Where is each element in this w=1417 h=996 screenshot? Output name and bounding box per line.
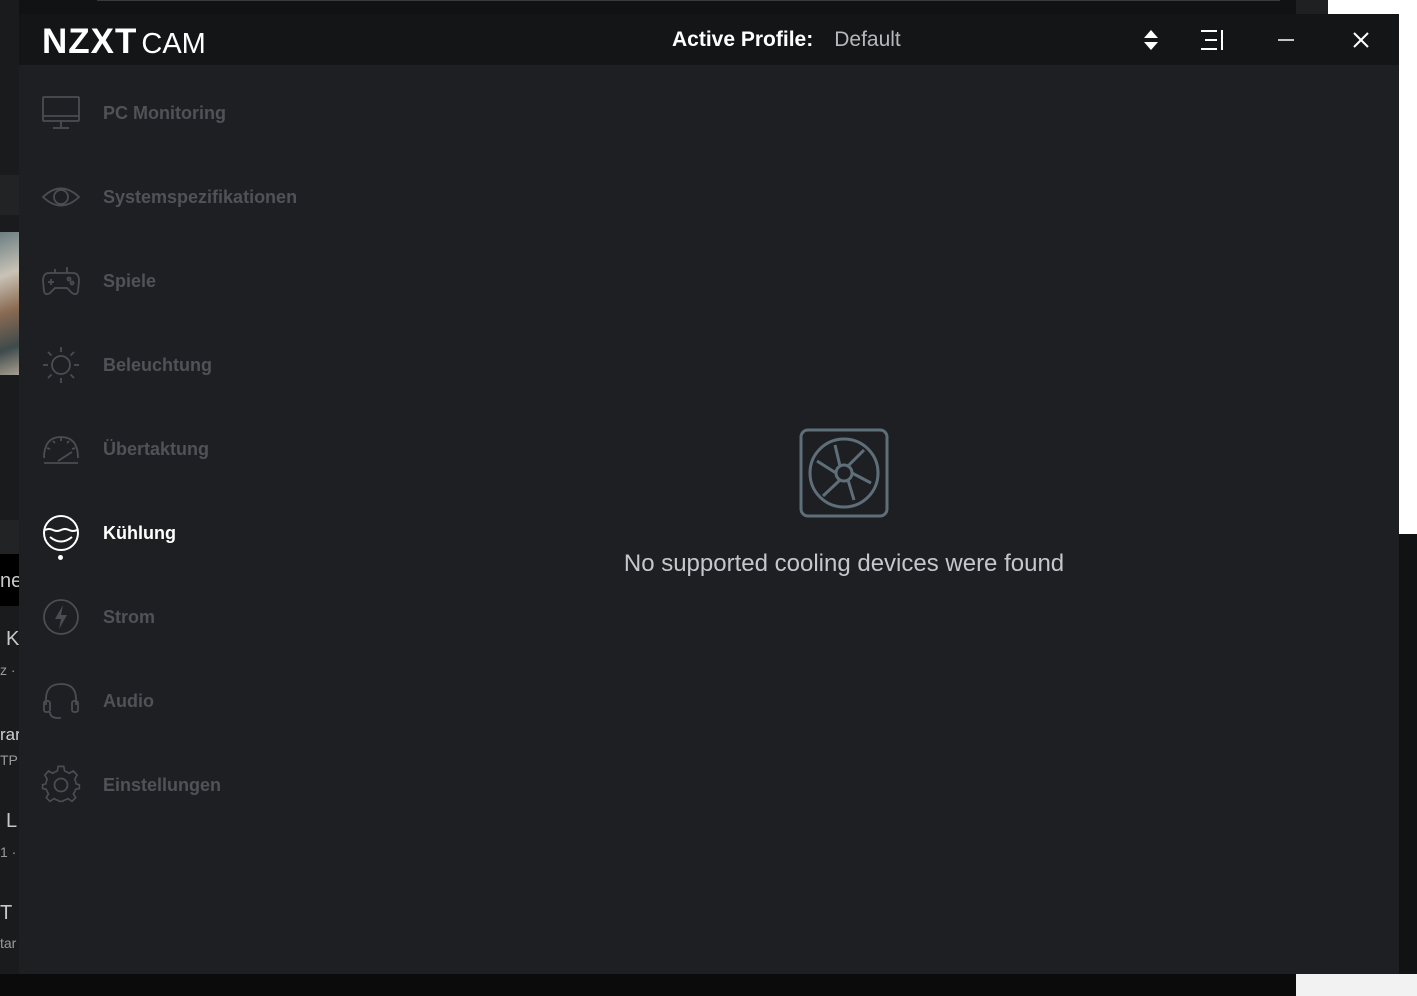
background-window-left: ne K z · rar TP L 1 · T tar (0, 0, 19, 996)
background-line (97, 0, 1280, 1)
empty-state-message: No supported cooling devices were found (623, 550, 1065, 577)
cooling-icon (41, 513, 81, 553)
background-strip (0, 520, 19, 554)
sidebar-item-strom[interactable]: Strom (19, 587, 349, 647)
sidebar-item-beleuchtung[interactable]: Beleuchtung (19, 335, 349, 395)
active-profile[interactable]: Active Profile: Default (672, 28, 901, 52)
sidebar-item-label: Kühlung (103, 522, 176, 543)
sidebar-item-audio[interactable]: Audio (19, 671, 349, 731)
background-text: TP (0, 752, 18, 768)
logo-cam: CAM (141, 28, 206, 60)
sidebar-item-systemspezifikationen[interactable]: Systemspezifikationen (19, 167, 349, 227)
sidebar-item-spiele[interactable]: Spiele (19, 251, 349, 311)
background-text: 1 · (0, 844, 17, 860)
background-text: tar (0, 935, 17, 951)
sidebar-item-kuehlung[interactable]: Kühlung (19, 503, 349, 563)
sidebar-item-label: Beleuchtung (103, 354, 213, 375)
background-window-corner (1296, 974, 1417, 996)
sidebar-item-label: PC Monitoring (103, 102, 226, 123)
background-strip (0, 175, 19, 215)
sort-arrows-icon[interactable] (1141, 27, 1161, 53)
background-photo (0, 232, 19, 375)
main-content: No supported cooling devices were found (349, 65, 1399, 974)
sidebar-item-label: Einstellungen (103, 774, 222, 795)
eye-icon (41, 177, 81, 217)
active-profile-label: Active Profile: (672, 28, 814, 51)
active-indicator-dot (58, 555, 63, 560)
minimize-icon[interactable] (1275, 27, 1297, 53)
sidebar-item-einstellungen[interactable]: Einstellungen (19, 755, 349, 815)
sidebar-item-label: Systemspezifikationen (103, 186, 298, 207)
sidebar-item-pc-monitoring[interactable]: PC Monitoring (19, 83, 349, 143)
sun-icon (41, 345, 81, 385)
nzxt-cam-window: NZXT CAM Active Profile: Default PC Moni… (19, 14, 1399, 974)
gauge-icon (41, 429, 81, 469)
background-text: z · (0, 662, 16, 678)
gear-icon (41, 765, 81, 805)
logo-nzxt: NZXT (42, 22, 138, 61)
app-logo: NZXT CAM (42, 22, 206, 62)
background-text: ne (0, 570, 19, 592)
title-bar[interactable]: NZXT CAM Active Profile: Default (19, 14, 1399, 65)
active-profile-value[interactable]: Default (834, 28, 901, 52)
sidebar-item-uebertaktung[interactable]: Übertaktung (19, 419, 349, 479)
sidebar-item-label: Spiele (103, 270, 157, 291)
sidebar-item-label: Strom (103, 606, 156, 627)
background-window-right (1296, 0, 1328, 14)
headset-icon (41, 681, 81, 721)
gamepad-icon (41, 261, 81, 301)
menu-lines-icon[interactable] (1199, 27, 1225, 53)
background-text: T (0, 902, 13, 924)
power-bolt-icon (41, 597, 81, 637)
sidebar-nav: PC Monitoring Systemspezifikationen Spie… (19, 65, 349, 974)
background-text: rar (0, 725, 19, 744)
monitor-icon (41, 93, 81, 133)
fan-icon (799, 428, 889, 518)
sidebar-item-label: Audio (103, 690, 154, 711)
sidebar-item-label: Übertaktung (103, 438, 210, 459)
close-icon[interactable] (1349, 27, 1373, 53)
background-taskbar (0, 974, 1417, 996)
